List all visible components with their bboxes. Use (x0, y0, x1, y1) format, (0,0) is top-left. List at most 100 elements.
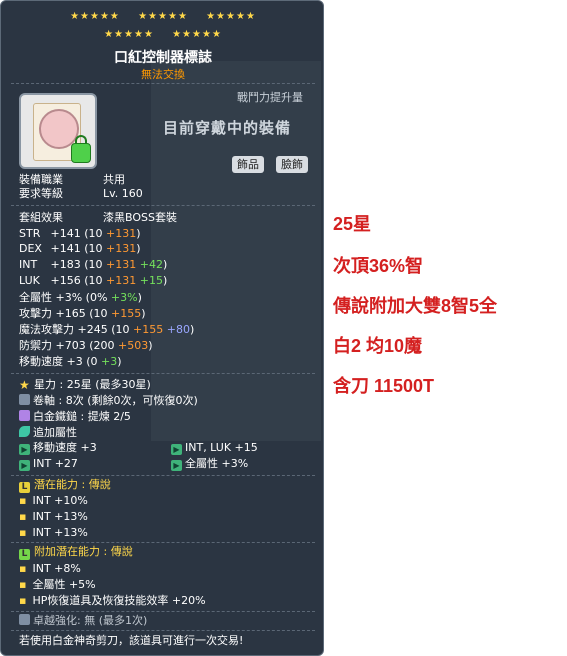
divider (11, 83, 315, 84)
trade-status: 無法交換 (141, 68, 185, 81)
stat-row-luk: LUK +156 (10 +131 +15) (19, 274, 167, 288)
scroll-text: 卷軸 : 8次 (剩餘0次，可恢復0次) (33, 394, 198, 407)
star-group: ★★★★★ (104, 29, 154, 40)
starforce-row: ★ 星力 : 25星 (最多30星) (19, 378, 151, 392)
stat-row-int: INT +183 (10 +131 +42) (19, 258, 167, 272)
stat-label: 全屬性 (19, 291, 52, 304)
accessory-tab[interactable]: 飾品 (232, 156, 264, 173)
hammer-row: 白金鐵鎚 : 提煉 2/5 (19, 410, 131, 424)
stat-scroll: +131 (106, 227, 137, 240)
hammer-text: 白金鐵鎚 : 提煉 2/5 (33, 410, 131, 423)
combat-power-label: 戰鬥力提升量 (237, 91, 303, 104)
stat-scroll: +131 (106, 242, 137, 255)
stat-row-def: 防禦力 +703 (200 +503) (19, 339, 153, 353)
set-label: 套組效果 (19, 211, 63, 224)
stat-end: ) (137, 291, 142, 304)
stat-end: ) (148, 339, 153, 352)
exceptional-text: 卓越強化: 無 (最多1次) (33, 614, 148, 627)
divider (11, 205, 315, 206)
arrow-icon: ▶ (171, 444, 182, 455)
stat-label: 攻擊力 (19, 307, 52, 320)
bullet-icon: ▪ (19, 510, 27, 523)
potential-label: 潛在能力 : 傳說 (34, 478, 111, 491)
item-icon-frame (19, 93, 97, 169)
face-accessory-tab[interactable]: 臉飾 (276, 156, 308, 173)
potential-line: ▪ INT +10% (19, 494, 88, 508)
job-row: 裝備職業 共用 (19, 173, 125, 187)
equipped-label: 目前穿戴中的裝備 (163, 119, 292, 137)
scroll-icon (19, 394, 30, 405)
stat-scroll: +131 (106, 274, 137, 287)
stat-total: +703 (52, 339, 86, 352)
stat-scroll: +131 (106, 258, 137, 271)
stat-scroll: +155 (111, 307, 142, 320)
starforce-row-top: ★★★★★ ★★★★★ ★★★★★ (1, 11, 323, 23)
arrow-icon: ▶ (19, 460, 30, 471)
bullet-icon: ▪ (19, 562, 27, 575)
stat-base: (200 (85, 339, 118, 352)
level-label: 要求等級 (19, 187, 63, 200)
lock-icon (71, 143, 91, 163)
stat-total: +3% (52, 291, 83, 304)
stat-row-speed: 移動速度 +3 (0 +3) (19, 355, 122, 369)
set-value: 漆黑BOSS套裝 (103, 211, 177, 224)
stat-flame: +3% (110, 291, 138, 304)
stat-total: +141 (50, 227, 81, 240)
stat-base: (10 (80, 227, 107, 240)
stat-total: +141 (50, 242, 81, 255)
star-group: ★★★★★ (172, 29, 222, 40)
flame-header-row: 追加屬性 (19, 426, 77, 440)
stat-total: +156 (50, 274, 81, 287)
stat-end: ) (136, 227, 141, 240)
stat-base: (10 (80, 242, 107, 255)
flame-text: INT, LUK +15 (185, 441, 258, 454)
stat-label: 移動速度 (19, 355, 63, 368)
set-row: 套組效果 漆黑BOSS套裝 (19, 211, 177, 225)
stat-base: (10 (107, 323, 134, 336)
note-line: 次頂36%智 (333, 256, 424, 276)
stat-scroll: +155 (133, 323, 164, 336)
stat-total: +3 (63, 355, 83, 368)
stat-total: +183 (50, 258, 81, 271)
stat-row-allstat: 全屬性 +3% (0% +3%) (19, 291, 142, 305)
bonus-potential-line: ▪ 全屬性 +5% (19, 578, 96, 592)
potential-header: L 潛在能力 : 傳說 (19, 478, 111, 493)
stat-base: (0 (82, 355, 102, 368)
item-tooltip: ★★★★★ ★★★★★ ★★★★★ ★★★★★ ★★★★★ 口紅控制器標誌 無法… (0, 0, 324, 656)
star-group: ★★★★★ (138, 11, 188, 22)
starforce-row-bottom: ★★★★★ ★★★★★ (1, 29, 323, 41)
stat-end: ) (162, 274, 168, 287)
bonus-potential-label: 附加潛在能力 : 傳說 (34, 545, 133, 558)
stat-base: (10 (80, 258, 107, 271)
stat-flame: +3 (101, 355, 118, 368)
stat-end: ) (189, 323, 195, 336)
stat-end: ) (117, 355, 122, 368)
stat-label: 防禦力 (19, 339, 52, 352)
stat-flame: +42 (136, 258, 163, 271)
flame-label: 追加屬性 (33, 426, 77, 439)
flame-item: ▶ INT, LUK +15 (171, 441, 258, 455)
job-value: 共用 (103, 173, 125, 186)
stat-end: ) (162, 258, 168, 271)
flame-icon (19, 426, 30, 437)
stat-end: ) (136, 242, 141, 255)
flame-item: ▶ 全屬性 +3% (171, 457, 248, 471)
bonus-potential-line: ▪ HP恢復道具及恢復技能效率 +20% (19, 594, 206, 608)
bonus-potential-line: ▪ INT +8% (19, 562, 81, 576)
potential-line: ▪ INT +13% (19, 526, 88, 540)
item-name: 口紅控制器標誌 (114, 50, 212, 66)
flame-text: INT +27 (33, 457, 78, 470)
stat-extra: +80 (163, 323, 190, 336)
star-icon: ★ (19, 378, 30, 392)
note-line: 白2 均10魔 (333, 336, 423, 356)
potential-text: INT +13% (32, 510, 88, 523)
footer-text: 若使用白金神奇剪刀，該道具可進行一次交易! (19, 634, 244, 647)
bullet-icon: ▪ (19, 494, 27, 507)
stat-label: INT (19, 258, 38, 271)
note-line: 傳說附加大雙8智5全 (333, 296, 498, 316)
star-group: ★★★★★ (70, 11, 120, 22)
exceptional-row: 卓越強化: 無 (最多1次) (19, 614, 147, 628)
job-label: 裝備職業 (19, 173, 63, 186)
star-group: ★★★★★ (206, 11, 256, 22)
bonus-potential-text: INT +8% (32, 562, 81, 575)
